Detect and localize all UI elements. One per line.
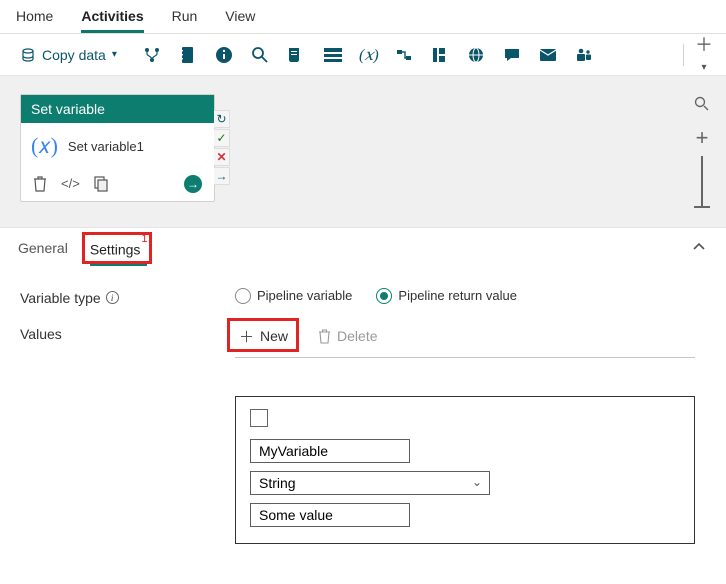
tab-general[interactable]: General: [18, 240, 68, 266]
script-icon[interactable]: [287, 46, 307, 64]
properties-tab-bar: General Settings1: [0, 228, 726, 266]
pipeline-icon[interactable]: [395, 46, 415, 64]
activity-status-badges: ↻ ✓ ✕ →: [214, 110, 230, 185]
chat-icon[interactable]: [503, 46, 523, 64]
teams-icon[interactable]: [575, 46, 595, 64]
canvas-add-icon[interactable]: +: [690, 126, 714, 150]
activity-output-icon[interactable]: →: [184, 175, 202, 193]
radio-pipeline-variable-label: Pipeline variable: [257, 288, 352, 303]
radio-pipeline-return-value-label: Pipeline return value: [398, 288, 517, 303]
copy-data-button[interactable]: Copy data ▾: [12, 43, 125, 67]
skip-forward-icon: →: [214, 167, 230, 185]
settings-badge: 1: [141, 233, 147, 245]
branch-icon[interactable]: [143, 46, 163, 64]
info-icon[interactable]: [215, 46, 235, 64]
activity-set-variable[interactable]: Set variable (𝑥) Set variable1 </> →: [20, 94, 215, 202]
error-icon: ✕: [214, 148, 230, 166]
new-value-button[interactable]: ＋ New: [235, 324, 292, 349]
variable-name-input[interactable]: [250, 439, 410, 463]
notebook-icon[interactable]: [179, 46, 199, 64]
copy-data-icon: [20, 47, 36, 63]
select-entry-checkbox[interactable]: [250, 409, 268, 427]
canvas-search-icon[interactable]: [690, 92, 714, 116]
delete-value-button[interactable]: Delete: [314, 326, 381, 346]
delete-activity-icon[interactable]: [33, 176, 47, 192]
chevron-down-icon: ▾: [112, 49, 117, 60]
azure-function-icon[interactable]: [431, 46, 451, 64]
check-icon: ✓: [214, 129, 230, 147]
pipeline-canvas[interactable]: Set variable (𝑥) Set variable1 </> → ↻ ✓…: [0, 76, 726, 228]
collapse-panel-icon[interactable]: [692, 240, 706, 254]
clone-icon[interactable]: [94, 176, 108, 192]
copy-data-label: Copy data: [42, 47, 106, 63]
top-tab-bar: Home Activities Run View: [0, 0, 726, 34]
tab-settings[interactable]: Settings1: [90, 240, 147, 266]
plus-icon: ＋: [239, 326, 254, 347]
loop-icon: ↻: [214, 110, 230, 128]
tab-home[interactable]: Home: [16, 8, 53, 33]
outlook-icon[interactable]: [539, 46, 559, 64]
add-activity-button[interactable]: ＋▾: [694, 31, 714, 78]
info-icon[interactable]: i: [106, 291, 119, 304]
variable-type-label: Variable type: [20, 290, 101, 306]
toolbar-divider: [683, 44, 684, 66]
variable-value-input[interactable]: [250, 503, 410, 527]
tab-view[interactable]: View: [225, 8, 255, 33]
trash-icon: [318, 329, 331, 344]
value-entry: ⌄: [235, 396, 695, 544]
activity-name: Set variable1: [68, 139, 144, 154]
search-icon[interactable]: [251, 46, 271, 64]
radio-pipeline-variable[interactable]: Pipeline variable: [235, 288, 352, 304]
variable-type-select[interactable]: [250, 471, 490, 495]
code-icon[interactable]: </>: [61, 176, 80, 192]
globe-icon[interactable]: [467, 46, 487, 64]
tab-run[interactable]: Run: [172, 8, 198, 33]
radio-pipeline-return-value[interactable]: Pipeline return value: [376, 288, 517, 304]
tab-activities[interactable]: Activities: [81, 8, 143, 33]
values-label: Values: [20, 326, 62, 342]
dataflow-icon[interactable]: [323, 47, 343, 63]
activity-type-label: Set variable: [21, 95, 214, 123]
variable-icon: (𝑥): [31, 133, 58, 159]
variable-icon[interactable]: (𝑥): [359, 45, 379, 65]
activities-toolbar: Copy data ▾ (𝑥): [0, 34, 726, 76]
settings-form: Variable type i Pipeline variable Pipeli…: [0, 266, 726, 584]
